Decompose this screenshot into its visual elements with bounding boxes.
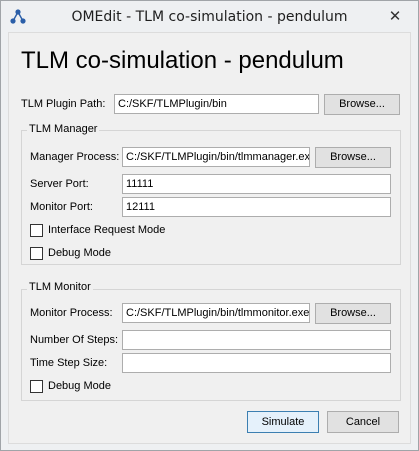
number-of-steps-field[interactable] [122,330,391,350]
page-title: TLM co-simulation - pendulum [21,47,344,74]
manager-process-label: Manager Process: [30,151,120,163]
plugin-path-browse-button[interactable]: Browse... [324,94,400,115]
dialog-window: OMEdit - TLM co-simulation - pendulum ✕ … [0,0,419,451]
time-step-size-label: Time Step Size: [30,357,108,369]
checkbox-box[interactable] [30,380,43,393]
dialog-body: TLM co-simulation - pendulum TLM Plugin … [8,32,411,444]
monitor-process-label: Monitor Process: [30,307,113,319]
monitor-process-browse-button[interactable]: Browse... [315,303,391,324]
manager-process-field[interactable]: C:/SKF/TLMPlugin/bin/tlmmanager.exe [122,147,310,167]
tlm-manager-title: TLM Manager [27,123,100,135]
tlm-monitor-title: TLM Monitor [27,281,93,293]
plugin-path-label: TLM Plugin Path: [21,98,106,110]
monitor-port-label: Monitor Port: [30,201,93,213]
window-title: OMEdit - TLM co-simulation - pendulum [71,9,348,25]
manager-process-browse-button[interactable]: Browse... [315,147,391,168]
plugin-path-field[interactable]: C:/SKF/TLMPlugin/bin [114,94,319,114]
interface-request-checkbox[interactable]: Interface Request Mode [30,224,190,238]
monitor-debug-label: Debug Mode [48,380,111,392]
monitor-port-field[interactable]: 12111 [122,197,391,217]
checkbox-box[interactable] [30,224,43,237]
manager-debug-checkbox[interactable]: Debug Mode [30,247,140,261]
title-bar[interactable]: OMEdit - TLM co-simulation - pendulum ✕ [1,1,418,32]
server-port-label: Server Port: [30,178,89,190]
number-of-steps-label: Number Of Steps: [30,334,119,346]
interface-request-label: Interface Request Mode [48,224,166,236]
time-step-size-field[interactable] [122,353,391,373]
simulate-button[interactable]: Simulate [247,411,319,433]
monitor-process-field[interactable]: C:/SKF/TLMPlugin/bin/tlmmonitor.exe [122,303,310,323]
monitor-debug-checkbox[interactable]: Debug Mode [30,380,140,394]
checkbox-box[interactable] [30,247,43,260]
server-port-field[interactable]: 11111 [122,174,391,194]
manager-debug-label: Debug Mode [48,247,111,259]
close-icon[interactable]: ✕ [381,7,409,27]
cancel-button[interactable]: Cancel [327,411,399,433]
